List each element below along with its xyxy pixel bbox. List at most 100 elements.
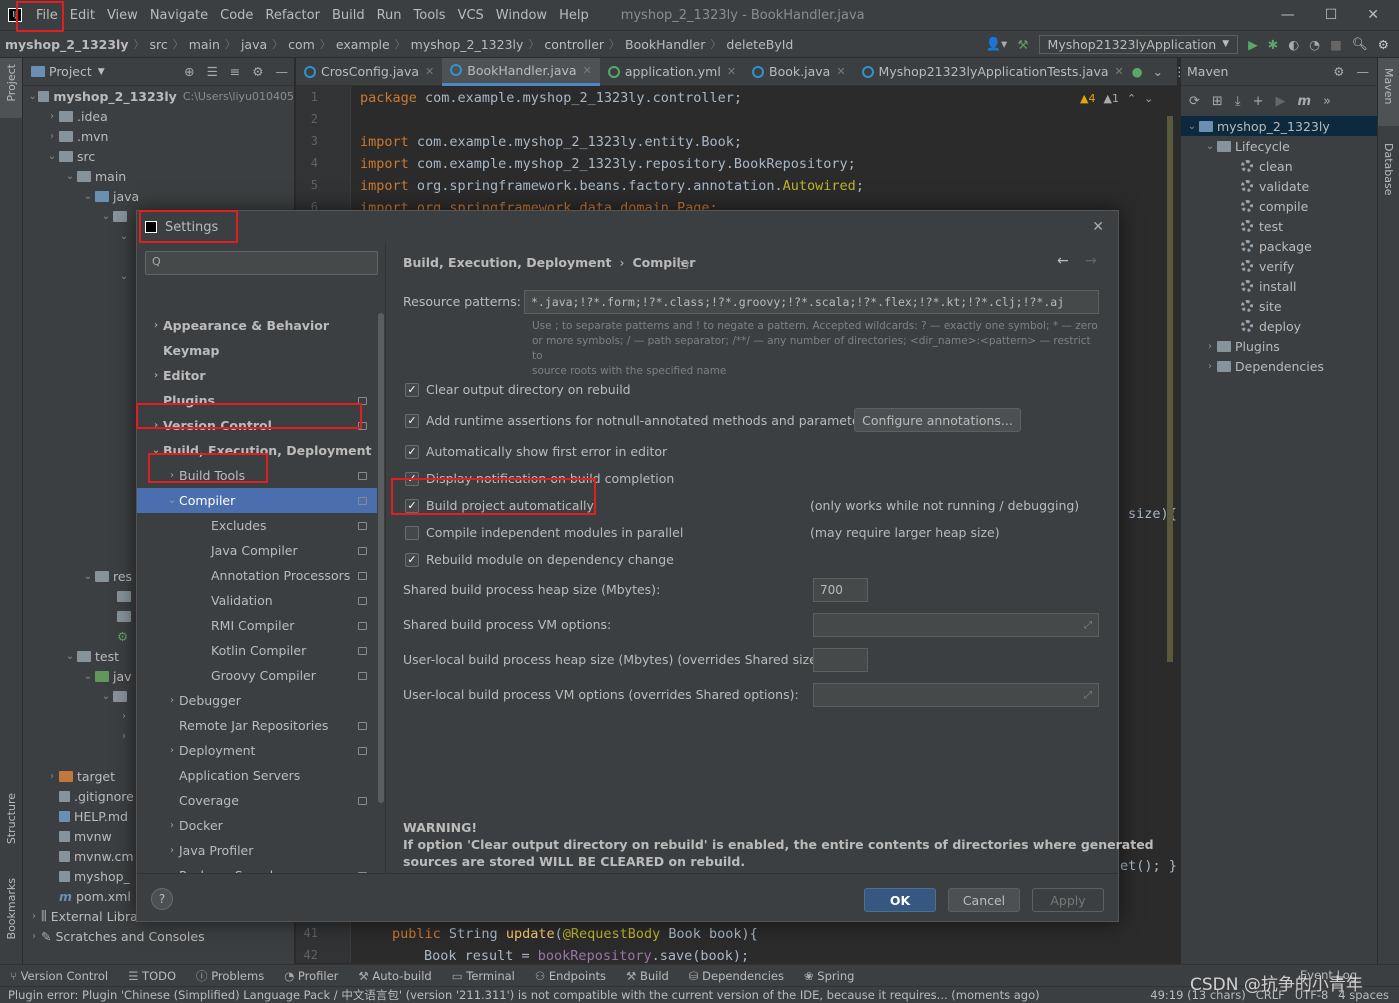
- hammer-icon[interactable]: ⚒: [1017, 37, 1028, 52]
- download-icon[interactable]: ⤓: [1235, 94, 1241, 109]
- locate-icon[interactable]: ⊕: [184, 64, 194, 79]
- structure-tool-button[interactable]: Structure: [5, 793, 18, 844]
- tool-window-button[interactable]: ❀ Spring: [794, 969, 864, 983]
- parallel-compile-checkbox[interactable]: [405, 526, 419, 540]
- settings-tree-item[interactable]: Java Compiler: [137, 538, 377, 563]
- tool-window-button[interactable]: ⑂ Version Control: [0, 969, 118, 983]
- shared-vm-options-input[interactable]: ⤢: [813, 613, 1099, 637]
- settings-tree-item[interactable]: Annotation Processors: [137, 563, 377, 588]
- coverage-icon[interactable]: ◐: [1288, 37, 1299, 52]
- tree-item[interactable]: › ✎ Scratches and Consoles: [23, 926, 294, 946]
- apply-button[interactable]: Apply: [1032, 888, 1104, 912]
- maven-project[interactable]: ⌄ myshop_2_1323ly: [1181, 116, 1377, 136]
- lifecycle-goal[interactable]: clean: [1181, 156, 1377, 176]
- stop-icon[interactable]: ■: [1330, 37, 1342, 52]
- resource-patterns-input[interactable]: *.java;!?*.form;!?*.class;!?*.groovy;!?*…: [524, 290, 1099, 314]
- maven-dependencies[interactable]: › Dependencies: [1181, 356, 1377, 376]
- tree-item[interactable]: ⌄ src: [23, 146, 294, 166]
- editor-tab[interactable]: BookHandler.java ✕: [442, 57, 600, 86]
- run-maven-icon[interactable]: ▶: [1275, 94, 1285, 109]
- minimize-button[interactable]: —: [1281, 7, 1295, 23]
- settings-tree-item[interactable]: Groovy Compiler: [137, 663, 377, 688]
- database-tool-button[interactable]: Database: [1382, 143, 1395, 196]
- gear-icon[interactable]: ⚙: [1333, 64, 1344, 79]
- reload-icon[interactable]: ⟳: [1189, 94, 1200, 109]
- add-project-icon[interactable]: ⊞: [1212, 94, 1223, 109]
- configure-annotations-button[interactable]: Configure annotations...: [854, 408, 1021, 432]
- editor-tab[interactable]: application.yml ✕: [600, 58, 744, 86]
- menu-item-build[interactable]: Build: [326, 8, 371, 23]
- project-panel-title[interactable]: Project: [49, 64, 92, 79]
- settings-tree-item[interactable]: Keymap: [137, 338, 377, 363]
- close-tab-icon[interactable]: ✕: [1115, 65, 1124, 78]
- profile-icon[interactable]: ◔: [1309, 37, 1320, 52]
- close-window-button[interactable]: ✕: [1367, 7, 1379, 23]
- expand-icon[interactable]: ⤢: [1084, 690, 1092, 701]
- tab-list-chevron-icon[interactable]: ⌄: [1153, 64, 1163, 79]
- settings-tree-item[interactable]: › Deployment: [137, 738, 377, 763]
- menu-item-help[interactable]: Help: [553, 8, 595, 23]
- settings-tree-item[interactable]: › Debugger: [137, 688, 377, 713]
- menu-item-tools[interactable]: Tools: [408, 8, 452, 23]
- settings-tree-item[interactable]: Application Servers: [137, 763, 377, 788]
- settings-search-input[interactable]: Q: [145, 251, 378, 275]
- collapse-all-icon[interactable]: ≡: [230, 64, 240, 79]
- project-tool-button[interactable]: Project: [5, 64, 18, 102]
- menu-item-vcs[interactable]: VCS: [452, 8, 490, 23]
- menu-item-edit[interactable]: Edit: [64, 8, 101, 23]
- maven-lifecycle[interactable]: ⌄ Lifecycle: [1181, 136, 1377, 156]
- user-icon[interactable]: 👤▾: [985, 36, 1007, 52]
- runtime-assertions-checkbox[interactable]: ✓: [405, 414, 419, 428]
- tree-item[interactable]: › .mvn: [23, 126, 294, 146]
- rebuild-on-dependency-checkbox[interactable]: ✓: [405, 553, 419, 567]
- run-icon[interactable]: ▶: [1248, 37, 1258, 52]
- tree-item[interactable]: ⌄ main: [23, 166, 294, 186]
- clear-output-checkbox[interactable]: ✓: [405, 383, 419, 397]
- menu-item-run[interactable]: Run: [371, 8, 408, 23]
- close-tab-icon[interactable]: ✕: [583, 64, 592, 77]
- maven-tool-button[interactable]: Maven: [1382, 68, 1395, 104]
- settings-tree-item[interactable]: Excludes: [137, 513, 377, 538]
- breadcrumb-item[interactable]: deleteById: [721, 37, 798, 52]
- settings-tree-item[interactable]: RMI Compiler: [137, 613, 377, 638]
- settings-tree-item[interactable]: Validation: [137, 588, 377, 613]
- editor-tab[interactable]: CrosConfig.java ✕: [296, 58, 442, 86]
- user-heap-input[interactable]: [813, 648, 868, 672]
- breadcrumb-item[interactable]: com: [283, 37, 320, 52]
- hide-icon[interactable]: —: [1357, 64, 1370, 79]
- help-button[interactable]: ?: [151, 888, 173, 910]
- maven-goal-icon[interactable]: m: [1297, 94, 1311, 109]
- ok-button[interactable]: OK: [864, 888, 936, 912]
- back-arrow-icon[interactable]: ←: [1057, 253, 1069, 269]
- tool-window-button[interactable]: ☰ TODO: [118, 969, 186, 983]
- lifecycle-goal[interactable]: install: [1181, 276, 1377, 296]
- breadcrumb-item[interactable]: myshop_2_1323ly: [0, 37, 133, 52]
- search-icon[interactable]: 🔍︎: [1352, 36, 1368, 52]
- close-tab-icon[interactable]: ✕: [727, 65, 736, 78]
- breadcrumb-item[interactable]: main: [184, 37, 225, 52]
- forward-arrow-icon[interactable]: →: [1085, 253, 1097, 269]
- tree-item[interactable]: ⌄ java: [23, 186, 294, 206]
- editor-scrollbar[interactable]: [1167, 116, 1173, 662]
- lifecycle-goal[interactable]: verify: [1181, 256, 1377, 276]
- tree-item[interactable]: › .idea: [23, 106, 294, 126]
- settings-tree-item[interactable]: › Java Profiler: [137, 838, 377, 863]
- lifecycle-goal[interactable]: compile: [1181, 196, 1377, 216]
- breadcrumb-item[interactable]: src: [144, 37, 172, 52]
- maven-plugins[interactable]: › Plugins: [1181, 336, 1377, 356]
- tool-window-button[interactable]: ◔ Profiler: [274, 969, 348, 983]
- tool-window-button[interactable]: ⚇ Endpoints: [525, 969, 616, 983]
- more-icon[interactable]: »: [1323, 94, 1331, 109]
- breadcrumb-item[interactable]: BookHandler: [620, 37, 710, 52]
- status-message[interactable]: Plugin error: Plugin 'Chinese (Simplifie…: [8, 987, 1040, 1003]
- menu-item-window[interactable]: Window: [490, 8, 553, 23]
- menu-item-refactor[interactable]: Refactor: [259, 8, 326, 23]
- menu-item-view[interactable]: View: [101, 8, 144, 23]
- lifecycle-goal[interactable]: test: [1181, 216, 1377, 236]
- maximize-button[interactable]: ☐: [1325, 7, 1338, 23]
- lifecycle-goal[interactable]: site: [1181, 296, 1377, 316]
- bookmarks-tool-button[interactable]: Bookmarks: [5, 878, 18, 939]
- check-icon[interactable]: ●: [1132, 64, 1143, 79]
- gear-icon[interactable]: ⚙: [252, 64, 263, 79]
- hide-icon[interactable]: —: [276, 64, 289, 79]
